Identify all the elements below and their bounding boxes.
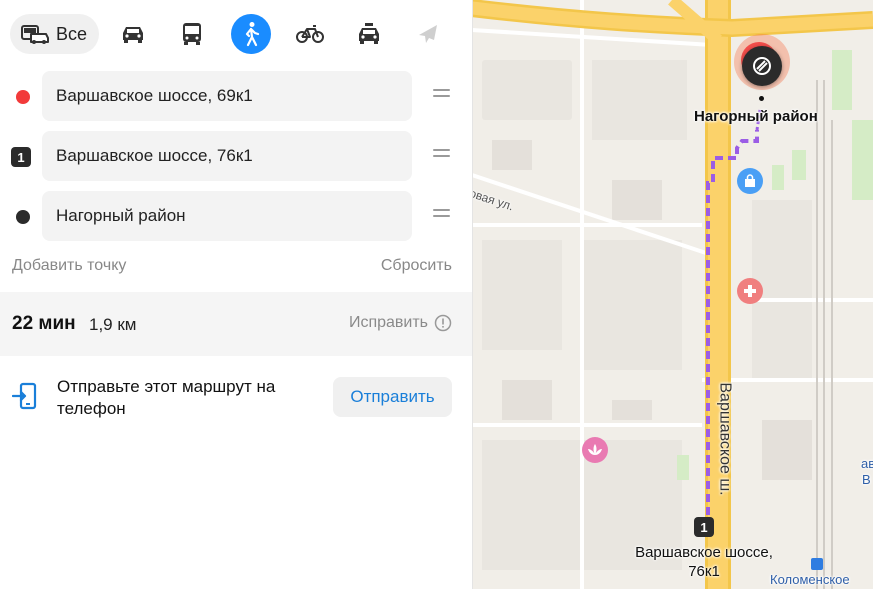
waypoint-number-badge: 1 [11, 147, 31, 167]
bus-icon [183, 23, 202, 45]
mode-pedestrian-button[interactable] [231, 14, 272, 54]
mode-airplane-button[interactable] [408, 14, 448, 54]
info-icon [434, 314, 452, 332]
waypoint-map-badge[interactable]: 1 [694, 517, 714, 537]
medical-poi[interactable] [737, 278, 763, 304]
phone-send-icon [12, 382, 37, 410]
add-point-link[interactable]: Добавить точку [12, 257, 126, 275]
map-edge-label-2: В [862, 472, 871, 487]
route-panel: Все Варшавское шоссе, 69к1 1 Варшавское … [0, 0, 473, 589]
mode-car-button[interactable] [113, 14, 153, 54]
map-view[interactable]: Нагорный район овая ул. Варшавское ш. 1 … [472, 0, 873, 589]
route-point-waypoint: 1 Варшавское шоссе, 76к1 [0, 131, 472, 181]
drag-handle[interactable] [433, 149, 450, 163]
transport-modes: Все [10, 14, 448, 54]
end-point-marker [16, 210, 30, 224]
waypoint-map-label-line1: Варшавское шоссе, [635, 544, 773, 561]
route-summary: 22 мин 1,9 км Исправить [0, 292, 472, 356]
route-point-a-input[interactable]: Варшавское шоссе, 69к1 [42, 71, 412, 121]
lotus-icon [588, 444, 602, 455]
shopping-bag-icon [745, 174, 755, 187]
mode-all-label: Все [56, 23, 88, 44]
airplane-icon [419, 25, 438, 43]
mode-bicycle-button[interactable] [290, 14, 330, 54]
pedestrian-icon [245, 22, 260, 47]
mode-bus-button[interactable] [172, 14, 212, 54]
waypoint-map-label: Варшавское шоссе, 76к1 [623, 543, 785, 581]
fix-route-button[interactable]: Исправить [349, 314, 452, 332]
route-point-a: Варшавское шоссе, 69к1 [0, 71, 472, 121]
fix-route-label: Исправить [348, 314, 428, 331]
medical-cross-icon [744, 285, 756, 297]
start-point-marker [16, 90, 30, 104]
route-point-b-input[interactable]: Нагорный район [42, 191, 412, 241]
beauty-poi[interactable] [582, 437, 608, 463]
destination-marker[interactable] [742, 46, 782, 86]
mode-taxi-button[interactable] [349, 14, 389, 54]
route-distance: 1,9 км [89, 315, 137, 334]
map-canvas [472, 0, 873, 589]
send-button[interactable]: Отправить [333, 377, 452, 417]
metro-icon [811, 558, 823, 570]
reset-link[interactable]: Сбросить [381, 257, 452, 275]
hatched-circle-icon [753, 57, 771, 75]
mode-all-button[interactable]: Все [10, 14, 100, 54]
highway-label: Варшавское ш. [716, 382, 734, 496]
metro-station-label: Коломенское [770, 572, 850, 587]
waypoint-map-label-line2: 76к1 [688, 563, 720, 580]
route-time: 22 мин [12, 313, 76, 334]
waypoint-map-number: 1 [700, 519, 708, 535]
bicycle-icon [296, 25, 325, 43]
taxi-icon [359, 23, 380, 44]
send-to-phone-text: Отправьте этот маршрут на телефон [57, 377, 276, 418]
waypoint-number: 1 [17, 149, 25, 165]
shop-poi[interactable] [737, 168, 763, 194]
route-point-b: Нагорный район [0, 191, 472, 241]
car-icon [123, 27, 144, 43]
map-edge-label-1: ав [861, 456, 873, 471]
destination-pin-dot [759, 96, 764, 101]
drag-handle[interactable] [433, 209, 450, 223]
route-point-waypoint-input[interactable]: Варшавское шоссе, 76к1 [42, 131, 412, 181]
drag-handle[interactable] [433, 89, 450, 103]
destination-map-label: Нагорный район [694, 108, 818, 125]
car-and-bus-icon [21, 25, 49, 44]
